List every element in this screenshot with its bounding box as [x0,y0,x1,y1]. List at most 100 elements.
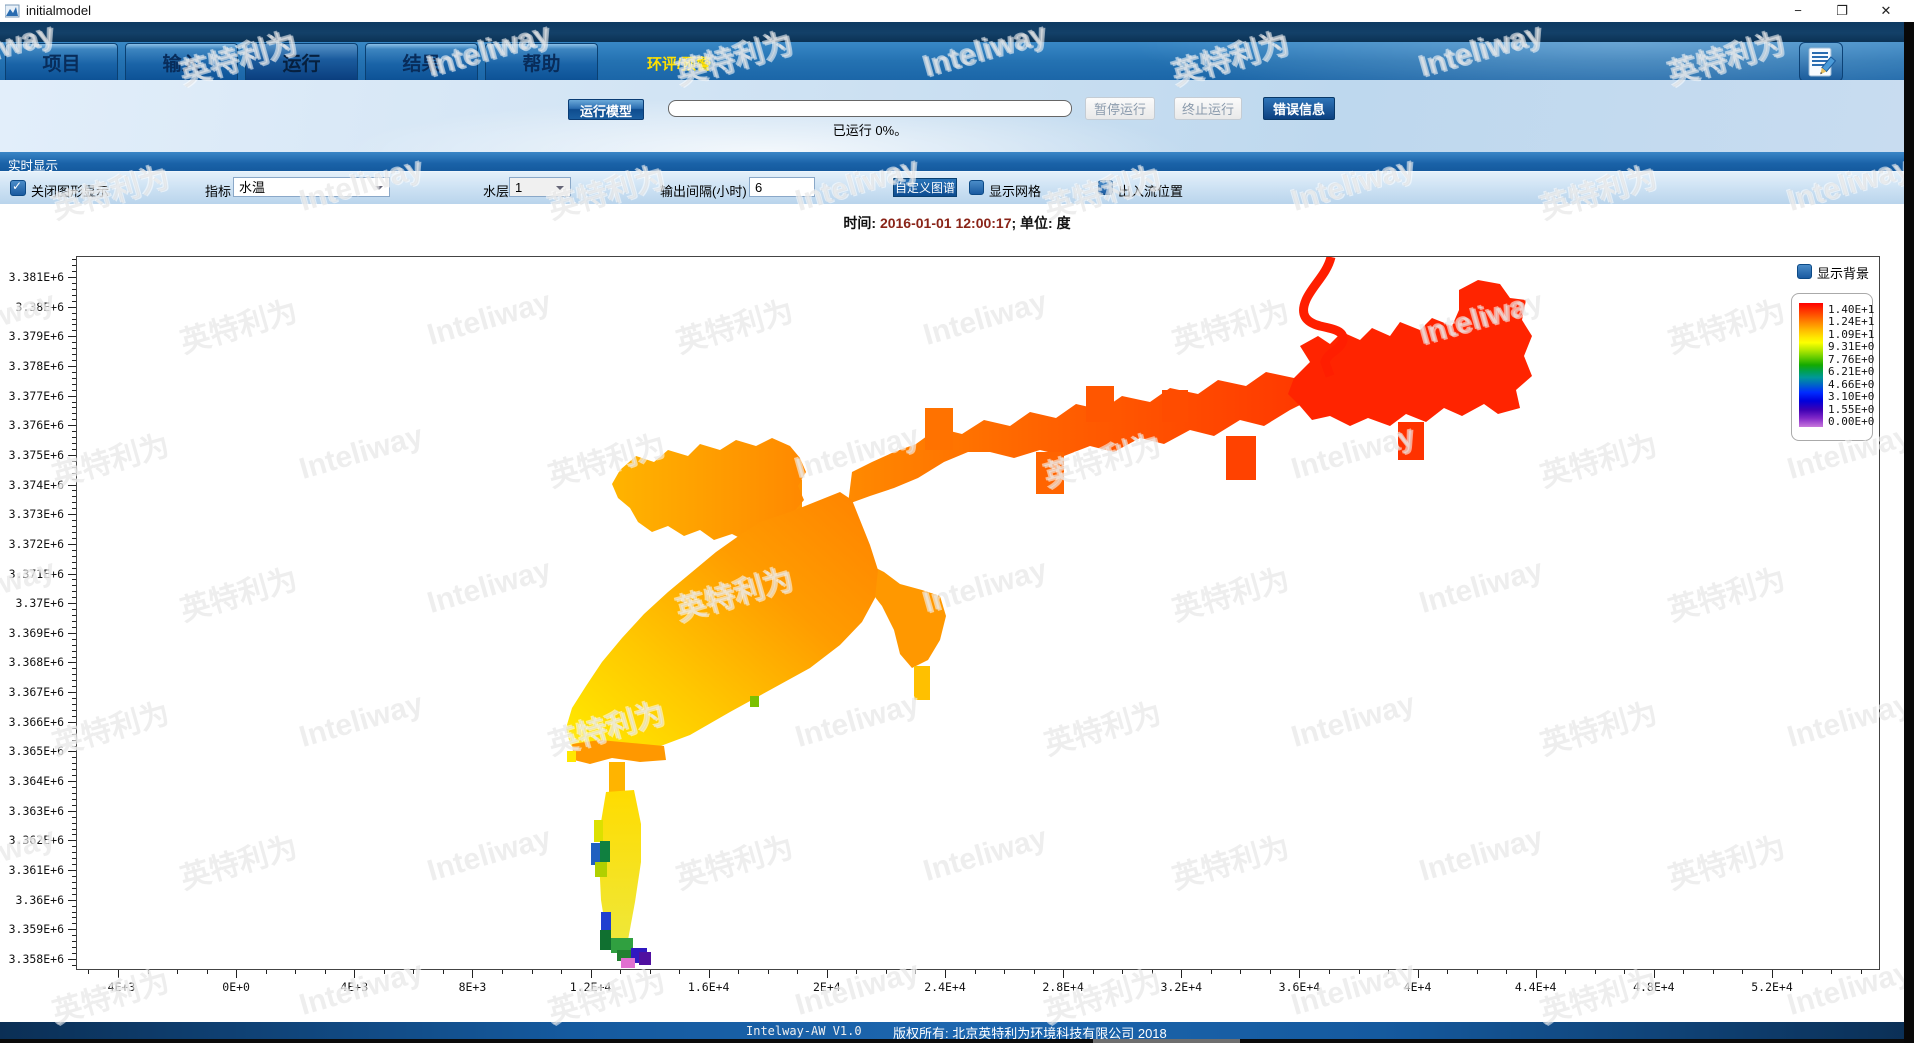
y-tick [68,455,76,456]
tab-help[interactable]: 帮助 [485,43,598,80]
app-version: Intelway-AW V1.0 [746,1024,862,1038]
y-minor-tick [72,502,76,503]
error-info-button[interactable]: 错误信息 [1263,97,1335,120]
x-minor-tick [148,970,149,974]
y-minor-tick [72,621,76,622]
flow-positions-checkbox[interactable] [1098,180,1113,195]
y-tick [68,900,76,901]
y-axis-label: 3.377E+6 [0,389,64,403]
y-axis-label: 3.361E+6 [0,863,64,877]
env-warning-tab[interactable]: 环评/预警 [647,53,711,74]
y-minor-tick [72,858,76,859]
y-minor-tick [72,829,76,830]
run-model-button[interactable]: 运行模型 [568,99,644,120]
toolbar: 运行模型 已运行 0%。 暂停运行 终止运行 错误信息 [0,80,1914,152]
tab-run[interactable]: 运行 [245,43,358,80]
x-axis-label: 4E+3 [309,980,399,994]
y-axis-label: 3.365E+6 [0,744,64,758]
x-minor-tick [1004,970,1005,974]
x-tick [709,970,710,978]
upper-river-mass [1288,280,1532,426]
x-axis-label: 4.4E+4 [1491,980,1581,994]
tab-bar: 项目输入运行结果帮助 [5,43,598,80]
notepad-pencil-icon[interactable] [1799,42,1843,82]
y-axis-label: 3.36E+6 [0,893,64,907]
x-minor-tick [1565,970,1566,974]
y-minor-tick [72,941,76,942]
layer-dropdown[interactable]: 1 [509,177,571,197]
y-tick [68,811,76,812]
x-tick [827,970,828,978]
y-minor-tick [72,680,76,681]
tab-results[interactable]: 结果 [365,43,478,80]
y-minor-tick [72,716,76,717]
custom-palette-button[interactable]: 自定义图谱 [893,178,957,197]
y-minor-tick [72,947,76,948]
green-speck [750,696,759,707]
y-minor-tick [72,319,76,320]
y-minor-tick [72,698,76,699]
close-button[interactable]: ✕ [1864,0,1908,22]
tab-input[interactable]: 输入 [125,43,238,80]
bottom-edge [0,1039,1914,1043]
x-minor-tick [1211,970,1212,974]
y-tick [68,692,76,693]
stop-run-button[interactable]: 终止运行 [1174,97,1242,120]
minimize-button[interactable]: − [1776,0,1820,22]
x-axis-label: -4E+3 [73,980,163,994]
x-axis-label: 8E+3 [427,980,517,994]
y-minor-tick [72,953,76,954]
time-prefix: 时间: [843,215,880,231]
y-minor-tick [72,645,76,646]
y-tick [68,366,76,367]
y-minor-tick [72,259,76,260]
y-minor-tick [72,852,76,853]
y-minor-tick [72,657,76,658]
y-tick [68,722,76,723]
y-tick [68,751,76,752]
tab-project[interactable]: 项目 [5,43,118,80]
x-minor-tick [1359,970,1360,974]
y-axis-label: 3.364E+6 [0,774,64,788]
y-minor-tick [72,668,76,669]
y-tick [68,603,76,604]
y-axis-label: 3.359E+6 [0,922,64,936]
y-minor-tick [72,746,76,747]
interval-label: 输出间隔(小时) [660,181,747,200]
x-tick [472,970,473,978]
x-minor-tick [1447,970,1448,974]
y-minor-tick [72,923,76,924]
y-axis-label: 3.369E+6 [0,626,64,640]
indicator-dropdown[interactable]: 水温 [233,177,390,197]
show-grid-checkbox[interactable] [969,180,984,195]
pause-run-button[interactable]: 暂停运行 [1085,97,1155,120]
restore-button[interactable]: ❐ [1820,0,1864,22]
temperature-heatmap [77,257,1880,970]
right-edge [1904,22,1914,1043]
time-value: 2016-01-01 12:00:17 [880,215,1012,231]
y-minor-tick [72,378,76,379]
x-minor-tick [1240,970,1241,974]
y-minor-tick [72,579,76,580]
y-minor-tick [72,413,76,414]
interval-input[interactable] [749,177,815,197]
close-graph-checkbox[interactable] [10,180,26,196]
unit-suffix: ; 单位: 度 [1012,215,1071,231]
x-minor-tick [1506,970,1507,974]
y-minor-tick [72,271,76,272]
y-minor-tick [72,894,76,895]
y-minor-tick [72,520,76,521]
y-minor-tick [72,473,76,474]
x-minor-tick [650,970,651,974]
y-minor-tick [72,882,76,883]
y-minor-tick [72,876,76,877]
x-axis-label: 4E+4 [1373,980,1463,994]
y-minor-tick [72,704,76,705]
y-minor-tick [72,917,76,918]
x-minor-tick [177,970,178,974]
x-tick [354,970,355,978]
y-minor-tick [72,437,76,438]
flow-positions-label: 出入流位置 [1118,181,1183,200]
y-axis-label: 3.378E+6 [0,359,64,373]
progress-status-text: 已运行 0%。 [790,120,950,139]
